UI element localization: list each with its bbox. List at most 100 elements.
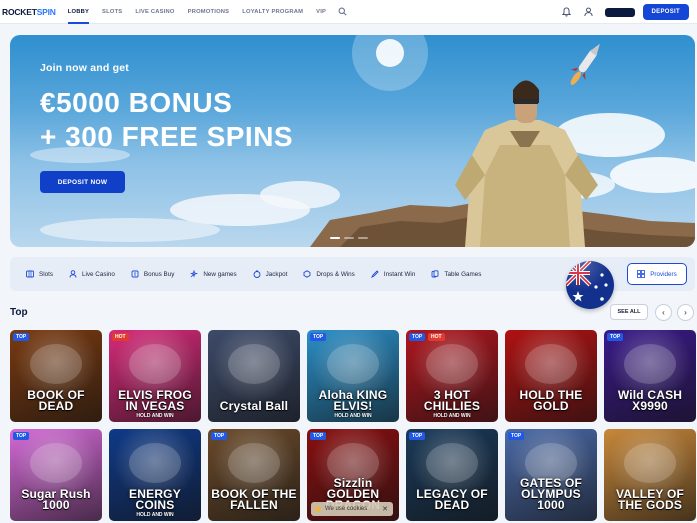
game-artwork (426, 344, 478, 384)
game-tile[interactable]: HOT ELVIS FROG IN VEGAS HOLD AND WIN (109, 330, 201, 422)
search-icon[interactable] (337, 7, 347, 17)
badge-top: TOP (607, 333, 624, 341)
game-title: GATES OF OLYMPUS 1000 (519, 476, 583, 512)
new-games-icon (190, 270, 199, 278)
game-tile[interactable]: VALLEY OF THE GODS (604, 429, 696, 521)
nav-vip[interactable]: VIP (316, 0, 326, 24)
badge-top: TOP (13, 333, 30, 341)
top-navbar: ROCKETSPIN LOBBY SLOTS LIVE CASINO PROMO… (0, 0, 697, 24)
game-title: Wild CASH X9990 (617, 388, 683, 413)
slots-icon (26, 270, 34, 278)
category-jackpot[interactable]: Jackpot (253, 270, 288, 278)
chevron-left-icon: ‹ (662, 308, 665, 317)
main-nav: LOBBY SLOTS LIVE CASINO PROMOTIONS LOYAL… (67, 0, 347, 24)
hero-carousel-dots (330, 237, 372, 239)
logo-text-rocket: ROCKET (2, 6, 37, 17)
game-title: BOOK OF THE FALLEN (211, 487, 297, 512)
game-subtitle: HOLD AND WIN (136, 413, 174, 419)
hero-banner[interactable]: Join now and get €5000 BONUS + 300 FREE … (10, 35, 695, 247)
game-tile[interactable]: TOP Aloha KING ELVIS! HOLD AND WIN (307, 330, 399, 422)
carousel-dot[interactable] (358, 237, 368, 239)
carousel-prev-button[interactable]: ‹ (655, 304, 672, 321)
game-tile[interactable]: ENERGY COINS HOLD AND WIN (109, 429, 201, 521)
jackpot-icon (253, 270, 261, 278)
cookie-notice: We use cookies ✕ (311, 502, 393, 516)
providers-button[interactable]: Providers (627, 263, 687, 285)
game-artwork (228, 344, 280, 384)
badge-top: TOP (409, 432, 426, 440)
game-title: Sugar Rush 1000 (21, 487, 91, 512)
deposit-now-button[interactable]: DEPOSIT NOW (40, 171, 125, 193)
game-tile[interactable]: TOP HOT 3 HOT CHILLIES HOLD AND WIN (406, 330, 498, 422)
badge-top: TOP (409, 333, 426, 341)
carousel-next-button[interactable]: › (677, 304, 694, 321)
hero-kicker: Join now and get (40, 62, 129, 74)
game-tile[interactable]: TOP BOOK OF THE FALLEN (208, 429, 300, 521)
category-label: Table Games (444, 270, 482, 278)
cookie-icon (315, 506, 321, 512)
nav-live-casino[interactable]: LIVE CASINO (135, 0, 174, 24)
section-title-top: Top (10, 307, 28, 318)
nav-loyalty-program[interactable]: LOYALTY PROGRAM (242, 0, 303, 24)
game-title: BOOK OF DEAD (27, 388, 85, 413)
category-new-games[interactable]: New games (190, 270, 237, 278)
badge-hot: HOT (112, 333, 129, 341)
game-title: HOLD THE GOLD (519, 388, 583, 413)
game-artwork (129, 443, 181, 483)
game-artwork (228, 443, 280, 483)
game-tile[interactable]: TOP LEGACY OF DEAD (406, 429, 498, 521)
logo-text-spin: SPIN (36, 6, 56, 17)
carousel-dot[interactable] (344, 237, 354, 239)
login-button[interactable] (604, 7, 635, 17)
close-icon[interactable]: ✕ (382, 505, 388, 513)
game-tile[interactable]: HOLD THE GOLD (505, 330, 597, 422)
category-instant-win[interactable]: Instant Win (370, 270, 416, 278)
category-label: Bonus Buy (143, 270, 175, 278)
category-bonus-buy[interactable]: Bonus Buy (131, 270, 174, 278)
game-artwork (30, 344, 82, 384)
badge-top: TOP (310, 432, 327, 440)
rocketspin-logo[interactable]: ROCKETSPIN (2, 7, 56, 17)
game-tile[interactable]: Crystal Ball (208, 330, 300, 422)
category-table-games[interactable]: Table Games (431, 270, 481, 278)
game-tile[interactable]: TOP BOOK OF DEAD (10, 330, 102, 422)
australia-flag-language-selector[interactable] (566, 261, 614, 309)
bell-icon[interactable] (561, 6, 573, 18)
game-tile[interactable]: TOP Sugar Rush 1000 (10, 429, 102, 521)
hero-title-line2: + 300 FREE SPINS (40, 121, 294, 152)
user-icon[interactable] (583, 6, 595, 18)
game-artwork (30, 443, 82, 483)
category-slots[interactable]: Slots (26, 270, 53, 278)
nav-slots[interactable]: SLOTS (102, 0, 122, 24)
game-artwork (525, 344, 577, 384)
game-subtitle: HOLD AND WIN (334, 413, 372, 419)
game-tile[interactable]: TOP GATES OF OLYMPUS 1000 (505, 429, 597, 521)
category-drops-wins[interactable]: Drops & Wins (303, 270, 355, 278)
deposit-button[interactable]: DEPOSIT (642, 4, 689, 20)
game-title: VALLEY OF THE GODS (615, 487, 685, 512)
drops-wins-icon (303, 270, 311, 278)
game-title: Crystal Ball (219, 399, 289, 413)
badge-top: TOP (310, 333, 327, 341)
chevron-right-icon: › (684, 308, 687, 317)
nav-right-actions: DEPOSIT (561, 0, 689, 24)
game-title: LEGACY OF DEAD (416, 487, 488, 512)
cookie-label: We use cookies (325, 506, 368, 512)
game-artwork (426, 443, 478, 483)
game-artwork (129, 344, 181, 384)
see-all-button[interactable]: SEE ALL (610, 304, 648, 320)
category-label: Jackpot (265, 270, 288, 278)
game-subtitle: HOLD AND WIN (136, 512, 174, 518)
game-title: ENERGY COINS (129, 487, 181, 512)
nav-lobby[interactable]: LOBBY (67, 0, 90, 24)
carousel-dot[interactable] (330, 237, 340, 239)
game-tile[interactable]: TOP Wild CASH X9990 (604, 330, 696, 422)
category-live-casino[interactable]: Live Casino (69, 270, 115, 278)
bonus-buy-icon (131, 270, 139, 278)
category-label: Instant Win (383, 270, 416, 278)
game-artwork (327, 344, 379, 384)
badge-top: TOP (211, 432, 228, 440)
hero-title-line1: €5000 BONUS (40, 87, 233, 118)
grid-icon (637, 270, 646, 278)
nav-promotions[interactable]: PROMOTIONS (188, 0, 230, 24)
